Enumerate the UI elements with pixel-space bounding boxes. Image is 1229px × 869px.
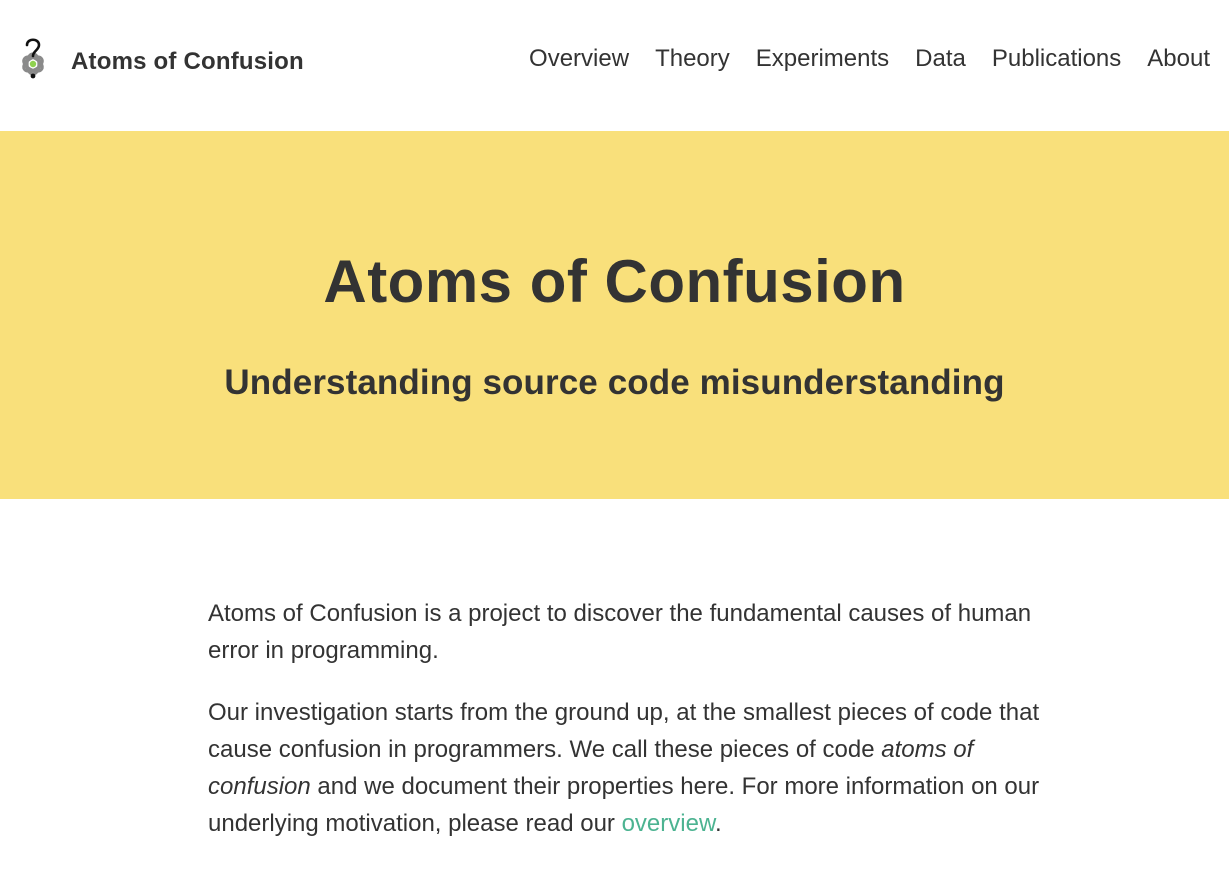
intro-paragraph: Atoms of Confusion is a project to disco… xyxy=(208,600,1032,664)
brand-name: Atoms of Confusion xyxy=(71,48,304,75)
nav-data[interactable]: Data xyxy=(915,45,966,73)
nav-theory[interactable]: Theory xyxy=(655,45,730,73)
hero-title: Atoms of Confusion xyxy=(323,248,906,315)
atom-logo-icon xyxy=(22,38,44,79)
nav-overview[interactable]: Overview xyxy=(529,45,629,73)
brand-link[interactable]: Atoms of Confusion xyxy=(10,36,304,88)
motivation-text-end: . xyxy=(714,810,722,837)
nav-about[interactable]: About xyxy=(1147,45,1210,73)
nav-experiments[interactable]: Experiments xyxy=(756,45,889,73)
main-nav: Overview Theory Experiments Data Publica… xyxy=(529,45,1210,73)
site-header: Atoms of Confusion Overview Theory Exper… xyxy=(0,0,1229,131)
overview-link[interactable]: overview xyxy=(622,810,715,837)
nav-publications[interactable]: Publications xyxy=(992,45,1121,73)
motivation-paragraph: Our investigation starts from the ground… xyxy=(208,694,1064,842)
hero-subtitle: Understanding source code misunderstandi… xyxy=(224,363,1005,402)
main-content: Atoms of Confusion is a project to disco… xyxy=(208,499,1064,842)
hero-banner: Atoms of Confusion Understanding source … xyxy=(0,131,1229,499)
